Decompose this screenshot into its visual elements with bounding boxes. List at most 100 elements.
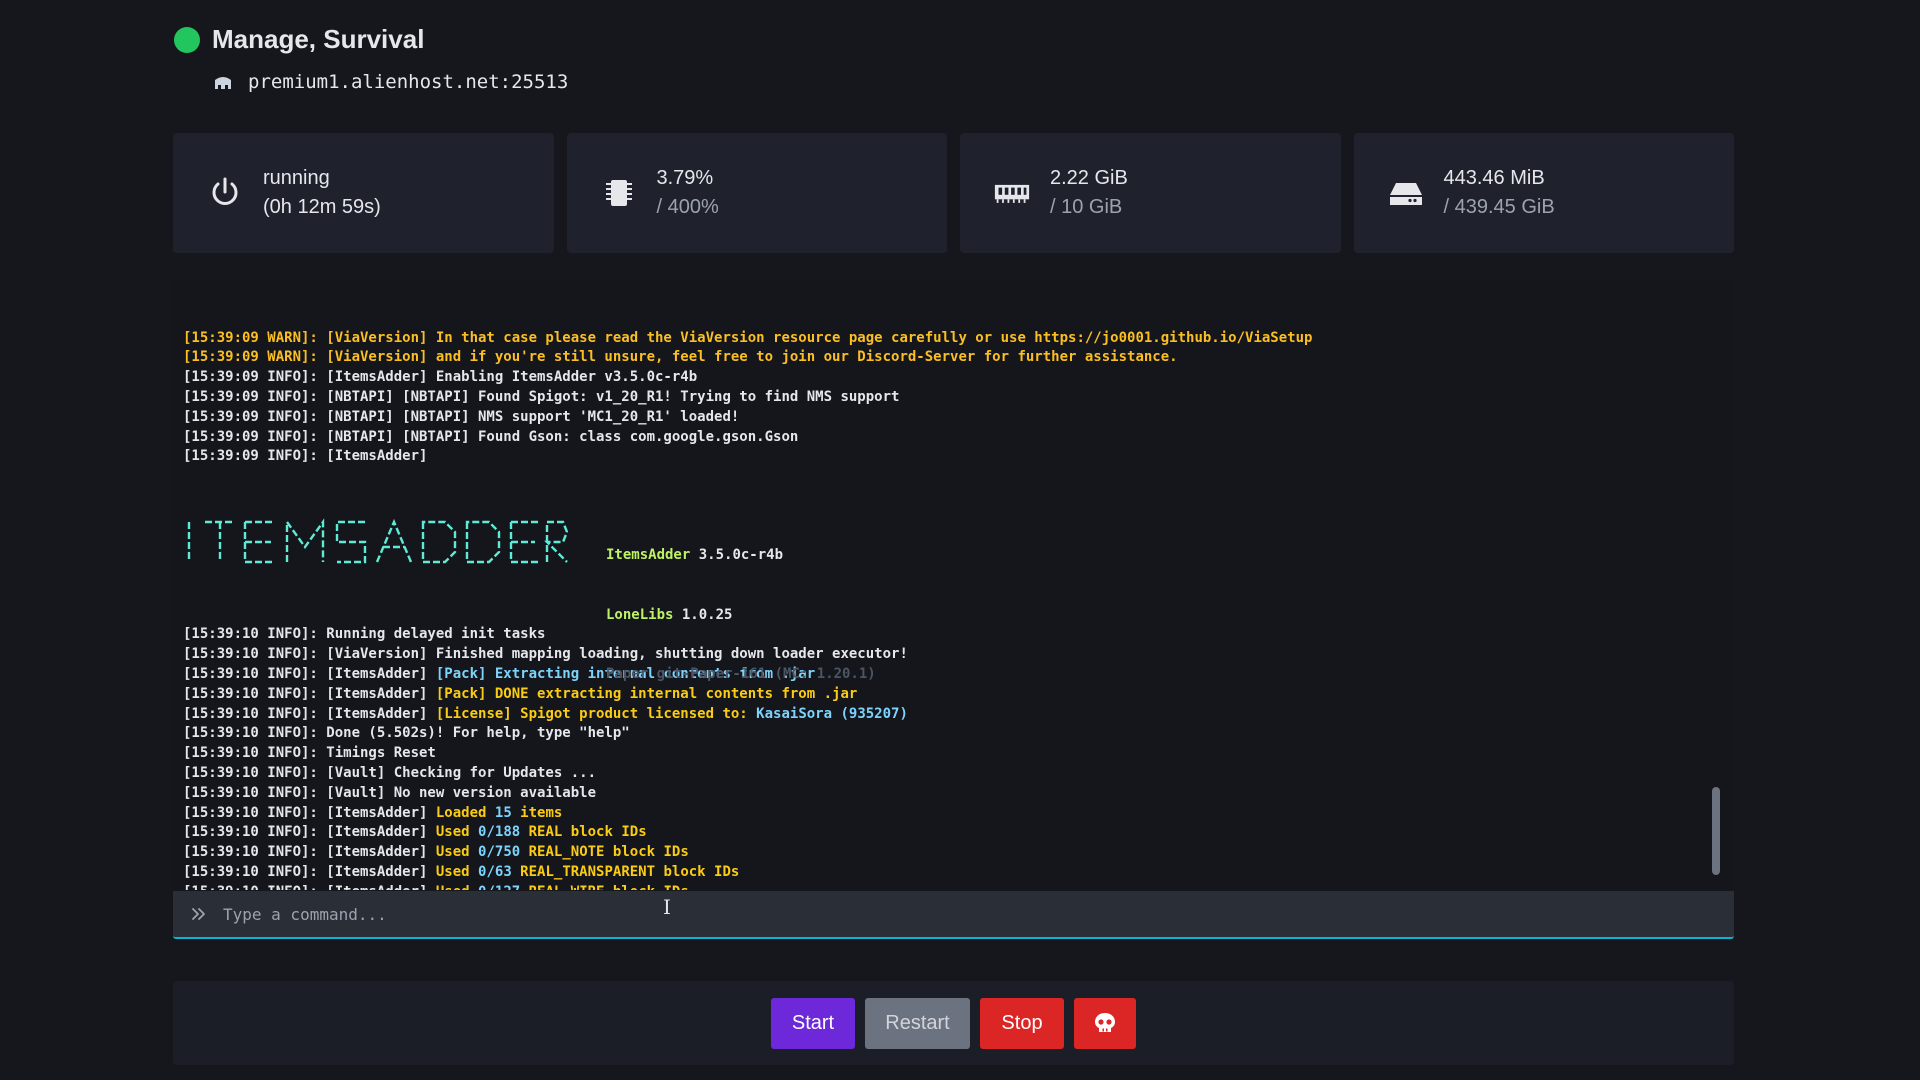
console-scrollbar[interactable] — [1712, 787, 1720, 875]
console-line: [15:39:10 INFO]: [ItemsAdder] Used 0/750… — [183, 843, 1694, 863]
console-line-text: Used — [435, 844, 479, 861]
console-line-extra: 0/127 — [478, 884, 520, 890]
start-button[interactable]: Start — [771, 997, 855, 1049]
logo-plugin-name: ItemsAdder — [606, 547, 691, 564]
console-line: [15:39:10 INFO]: [ItemsAdder] [Pack] DON… — [183, 685, 1694, 705]
stat-disk-value: 443.46 MiB — [1443, 167, 1545, 189]
console-line-prefix: [15:39:10 INFO]: [ItemsAdder] — [183, 685, 436, 702]
console-line-prefix: [15:39:10 INFO]: [ItemsAdder] — [183, 863, 436, 880]
kill-button[interactable] — [1074, 997, 1136, 1049]
console-line: [15:39:09 INFO]: [ItemsAdder] Enabling I… — [183, 368, 1694, 388]
stat-memory-value: 2.22 GiB — [1050, 167, 1128, 189]
console-line-tail: REAL_WIRE block IDs — [520, 884, 689, 890]
stat-memory: 2.22 GiB / 10 GiB — [960, 133, 1341, 253]
console-line-prefix: [15:39:10 INFO]: Done (5.502s)! For help… — [183, 725, 630, 742]
stats-bar: running (0h 12m 59s) 3.79% / 400% 2.22 G… — [173, 133, 1734, 253]
power-controls: Start Restart Stop — [173, 981, 1734, 1065]
stat-status-value: running — [263, 167, 330, 189]
console-line-text: Used — [435, 863, 479, 880]
console-line: [15:39:10 INFO]: [Vault] No new version … — [183, 784, 1694, 804]
logo-lib-name: LoneLibs — [606, 606, 674, 623]
stat-disk-limit: / 439.45 GiB — [1443, 196, 1555, 218]
console-line: [15:39:09 WARN]: [ViaVersion] and if you… — [183, 348, 1694, 368]
logo-paper-version: Paper git-Paper-161 (MC: 1.20.1) — [606, 666, 876, 683]
console-line-prefix: [15:39:10 INFO]: [ItemsAdder] — [183, 804, 436, 821]
stat-uptime-value: (0h 12m 59s) — [263, 196, 381, 218]
memory-icon — [994, 184, 1030, 203]
console-line-extra: 15 — [494, 804, 512, 821]
console-line: [15:39:09 INFO]: [NBTAPI] [NBTAPI] Found… — [183, 388, 1694, 408]
skull-icon — [1095, 1013, 1115, 1032]
itemsadder-ascii-logo: ItemsAdder 3.5.0c-r4b LoneLibs 1.0.25 Pa… — [183, 507, 1694, 682]
logo-lib-version: 1.0.25 — [681, 606, 733, 623]
server-title-row: Manage, Survival — [174, 24, 568, 55]
console-line-prefix: [15:39:10 INFO]: [ItemsAdder] — [183, 844, 436, 861]
console-line: [15:39:09 INFO]: [NBTAPI] [NBTAPI] NMS s… — [183, 408, 1694, 428]
console-line-extra: 0/63 — [478, 863, 512, 880]
console-line-prefix: [15:39:10 INFO]: [Vault] No new version … — [183, 784, 597, 801]
stat-disk: 443.46 MiB / 439.45 GiB — [1353, 133, 1734, 253]
stat-cpu: 3.79% / 400% — [566, 133, 947, 253]
console-log: [15:39:09 WARN]: [ViaVersion] In that ca… — [183, 289, 1694, 890]
console-line-extra: 0/750 — [478, 844, 521, 861]
console-line-prefix: [15:39:10 INFO]: Timings Reset — [183, 745, 436, 762]
console-line-prefix: [15:39:10 INFO]: [ItemsAdder] — [183, 884, 436, 890]
console-line-text: [15:39:09 WARN]: [ViaVersion] and if you… — [183, 349, 1178, 366]
console-line-prefix: [15:39:09 INFO]: [NBTAPI] [NBTAPI] Found… — [183, 388, 900, 405]
server-address-row: premium1.alienhost.net:25513 — [212, 71, 568, 93]
server-header: Manage, Survival premium1.alienhost.net:… — [174, 24, 568, 93]
console-line-prefix: [15:39:10 INFO]: [ItemsAdder] — [183, 705, 436, 722]
console-line: [15:39:10 INFO]: [ItemsAdder] [License] … — [183, 705, 1694, 725]
console-line-extra: 0/188 — [478, 824, 521, 841]
console-line-tail: REAL_TRANSPARENT block IDs — [511, 863, 740, 880]
console-line: [15:39:10 INFO]: Done (5.502s)! For help… — [183, 724, 1694, 744]
console-line-tail: REAL_NOTE block IDs — [520, 844, 689, 861]
restart-button[interactable]: Restart — [865, 997, 970, 1049]
console-line: [15:39:10 INFO]: [ItemsAdder] Used 0/188… — [183, 823, 1694, 843]
stat-status: running (0h 12m 59s) — [173, 133, 554, 253]
console-line-tail: REAL block IDs — [520, 824, 647, 841]
cpu-icon — [605, 180, 632, 206]
console-line: [15:39:10 INFO]: [ItemsAdder] Used 0/63 … — [183, 863, 1694, 883]
console-line: [15:39:09 INFO]: [ItemsAdder] — [183, 447, 1694, 467]
server-name: Manage, Survival — [212, 24, 425, 54]
console-line-tail: items — [511, 804, 563, 821]
server-address[interactable]: premium1.alienhost.net:25513 — [248, 71, 568, 93]
console-line: [15:39:10 INFO]: Running delayed init ta… — [183, 625, 1694, 645]
console-line: [15:39:09 WARN]: [ViaVersion] In that ca… — [183, 329, 1694, 349]
console-line-prefix: [15:39:09 INFO]: [NBTAPI] [NBTAPI] NMS s… — [183, 408, 740, 425]
console-line-prefix: [15:39:10 INFO]: Running delayed init ta… — [183, 626, 546, 643]
console-line-prefix: [15:39:09 INFO]: [ItemsAdder] — [183, 448, 428, 465]
logo-plugin-version: 3.5.0c-r4b — [698, 547, 784, 564]
console-line: [15:39:10 INFO]: Timings Reset — [183, 744, 1694, 764]
console-line-text: Used — [435, 824, 479, 841]
itemsadder-logo-art — [187, 518, 568, 563]
console-line-text: Loaded — [435, 804, 495, 821]
console-output[interactable]: [15:39:09 WARN]: [ViaVersion] In that ca… — [173, 280, 1734, 890]
console-line: [15:39:10 INFO]: [Vault] Checking for Up… — [183, 764, 1694, 784]
console-line: [15:39:10 INFO]: [ViaVersion] Finished m… — [183, 645, 1694, 665]
logo-info: ItemsAdder 3.5.0c-r4b LoneLibs 1.0.25 Pa… — [606, 507, 876, 725]
stat-memory-limit: / 10 GiB — [1050, 196, 1123, 218]
console-line: [15:39:10 INFO]: [ItemsAdder] [Pack] Ext… — [183, 665, 1694, 685]
console-line-prefix: [15:39:10 INFO]: [ItemsAdder] — [183, 665, 436, 682]
console-line: [15:39:10 INFO]: [ItemsAdder] Loaded 15 … — [183, 804, 1694, 824]
console-line-prefix: [15:39:10 INFO]: [Vault] Checking for Up… — [183, 764, 597, 781]
console-line-text: Used — [436, 884, 478, 890]
power-icon — [212, 177, 238, 205]
console-line-text: [15:39:09 WARN]: [ViaVersion] In that ca… — [183, 329, 1313, 346]
console-line-prefix: [15:39:09 INFO]: [NBTAPI] [NBTAPI] Found… — [183, 428, 799, 445]
console-lines-after: [15:39:10 INFO]: Running delayed init ta… — [183, 625, 1694, 890]
console-line-prefix: [15:39:10 INFO]: [ItemsAdder] — [183, 824, 436, 841]
disk-icon — [1389, 183, 1422, 205]
console-lines-before: [15:39:09 WARN]: [ViaVersion] In that ca… — [183, 329, 1694, 468]
command-input[interactable] — [223, 904, 1623, 924]
console-line-prefix: [15:39:09 INFO]: [ItemsAdder] Enabling I… — [183, 369, 698, 386]
text-cursor-icon: I — [663, 895, 671, 919]
console-line: [15:39:10 INFO]: [ItemsAdder] Used 0/127… — [183, 883, 1694, 890]
status-dot-icon — [174, 26, 200, 53]
stat-cpu-limit: / 400% — [656, 196, 719, 218]
stop-button[interactable]: Stop — [980, 997, 1064, 1049]
chevrons-right-icon — [192, 908, 205, 920]
stat-cpu-value: 3.79% — [656, 167, 714, 189]
